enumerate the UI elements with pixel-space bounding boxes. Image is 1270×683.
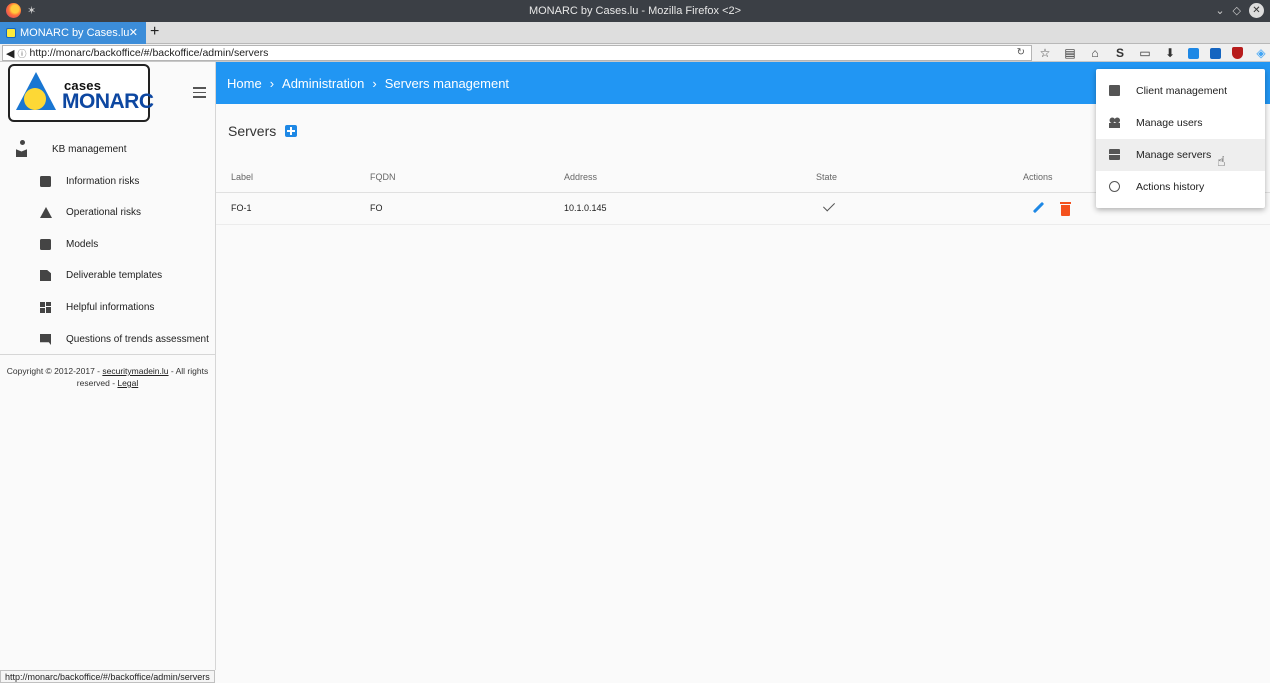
- monarc-logo[interactable]: cases MONARC: [8, 64, 154, 122]
- sidebar-item-label: Questions of trends assessment: [66, 334, 209, 345]
- dashboard-icon: [40, 302, 51, 313]
- window-title: MONARC by Cases.lu - Mozilla Firefox <2>: [528, 5, 742, 17]
- sidebar-item-deliverable-templates[interactable]: Deliverable templates: [0, 261, 215, 291]
- kb-icon: [16, 149, 27, 157]
- sidebar: cases MONARC KB management Information r…: [0, 62, 216, 670]
- column-header-label[interactable]: Label: [216, 162, 370, 193]
- securitymadein-link[interactable]: securitymadein.lu: [102, 366, 168, 376]
- url-text: http://monarc/backoffice/#/backoffice/ad…: [29, 47, 269, 59]
- archive-icon: [40, 239, 51, 250]
- breadcrumb-current: Servers management: [384, 75, 510, 91]
- bookmark-star-icon[interactable]: ☆: [1038, 46, 1052, 60]
- chevron-right-icon: ›: [372, 75, 377, 91]
- browser-tab[interactable]: MONARC by Cases.lu ✕: [0, 22, 146, 44]
- chevron-right-icon: ›: [269, 75, 275, 91]
- sidebar-item-label: Operational risks: [66, 207, 142, 218]
- cell-state: [816, 192, 1023, 225]
- sidebar-item-information-risks[interactable]: Information risks: [0, 167, 215, 197]
- sidebar-divider: [0, 354, 215, 355]
- screen-icon[interactable]: ▭: [1138, 46, 1152, 60]
- firefox-logo-icon: [6, 3, 21, 18]
- sidebar-item-questions-trends[interactable]: Questions of trends assessment: [0, 325, 215, 355]
- menu-item-label: Manage servers: [1136, 149, 1212, 161]
- client-icon: [1109, 85, 1120, 96]
- menu-item-label: Manage users: [1136, 117, 1203, 129]
- back-icon[interactable]: ◀: [6, 47, 14, 60]
- kb-head-icon: [20, 140, 25, 145]
- new-tab-icon[interactable]: +: [150, 23, 159, 41]
- document-icon: [40, 270, 51, 281]
- sidebar-item-models[interactable]: Models: [0, 230, 215, 260]
- copyright-text: Copyright © 2012-2017 - securitymadein.l…: [0, 365, 215, 389]
- sidebar-item-operational-risks[interactable]: Operational risks: [0, 198, 215, 228]
- logo-sun-icon: [24, 88, 46, 110]
- breadcrumb-administration[interactable]: Administration: [282, 76, 364, 91]
- menu-item-label: Client management: [1136, 85, 1228, 97]
- tab-title: MONARC by Cases.lu: [20, 27, 130, 39]
- sidebar-item-helpful-informations[interactable]: Helpful informations: [0, 293, 215, 323]
- close-window-icon[interactable]: ✕: [1249, 3, 1264, 18]
- home-icon[interactable]: ⌂: [1088, 46, 1102, 60]
- menu-item-label: Actions history: [1136, 181, 1205, 193]
- pin-icon[interactable]: ✶: [27, 4, 36, 17]
- warning-icon: [40, 207, 52, 218]
- logo-monarc-text: MONARC: [62, 90, 154, 113]
- site-info-icon[interactable]: ⓘ: [17, 47, 26, 60]
- search-doc-icon: [40, 176, 51, 187]
- sync-icon[interactable]: S: [1113, 46, 1127, 60]
- menu-item-actions-history[interactable]: Actions history: [1096, 171, 1265, 203]
- maximize-icon[interactable]: ◇: [1233, 4, 1241, 17]
- window-titlebar: ✶ MONARC by Cases.lu - Mozilla Firefox <…: [0, 0, 1270, 22]
- users-icon: [1109, 117, 1120, 128]
- reading-list-icon[interactable]: ▤: [1063, 46, 1077, 60]
- edit-pencil-icon[interactable]: [1032, 201, 1045, 213]
- extension-blue-icon[interactable]: [1210, 47, 1221, 59]
- sidebar-item-label: Models: [66, 239, 99, 250]
- favicon-icon: [6, 28, 16, 38]
- breadcrumb-home[interactable]: Home: [227, 76, 262, 91]
- close-tab-icon[interactable]: ✕: [129, 26, 138, 39]
- sidebar-item-label: Information risks: [66, 176, 140, 187]
- checkmark-icon: [822, 199, 836, 212]
- delete-trash-icon[interactable]: [1059, 201, 1071, 216]
- hamburger-menu-icon[interactable]: [193, 87, 206, 101]
- sidebar-item-kb-management[interactable]: KB management: [0, 135, 215, 165]
- extension-diamond-icon[interactable]: ◈: [1254, 46, 1268, 60]
- cell-address: 10.1.0.145: [564, 192, 816, 225]
- servers-icon: [1109, 149, 1120, 160]
- cell-label: FO-1: [216, 192, 370, 225]
- minimize-icon[interactable]: ⌄: [1215, 4, 1224, 17]
- extension-s-icon[interactable]: [1188, 47, 1199, 59]
- history-icon: [1109, 181, 1120, 192]
- hand-cursor-icon: ☝: [1217, 153, 1226, 169]
- ublock-icon[interactable]: [1232, 47, 1243, 59]
- status-bar-url: http://monarc/backoffice/#/backoffice/ad…: [0, 670, 215, 683]
- url-bar[interactable]: ◀ ⓘ http://monarc/backoffice/#/backoffic…: [2, 45, 1032, 61]
- page-title: Servers: [228, 123, 298, 139]
- reload-icon[interactable]: ↻: [1017, 47, 1025, 58]
- column-header-state[interactable]: State: [816, 162, 1023, 193]
- sidebar-item-label: Helpful informations: [66, 302, 155, 313]
- tab-bar: MONARC by Cases.lu ✕ +: [0, 22, 1270, 44]
- legal-link[interactable]: Legal: [117, 378, 138, 388]
- servers-title: Servers: [228, 123, 277, 139]
- download-icon[interactable]: ⬇: [1163, 46, 1177, 60]
- cell-fqdn: FO: [370, 192, 564, 225]
- sidebar-item-label: KB management: [52, 144, 127, 155]
- menu-item-manage-users[interactable]: Manage users: [1096, 107, 1265, 139]
- menu-item-manage-servers[interactable]: Manage servers: [1096, 139, 1265, 171]
- admin-dropdown-menu: Client management Manage users Manage se…: [1096, 69, 1265, 208]
- menu-item-client-management[interactable]: Client management: [1096, 75, 1265, 107]
- comment-icon: [40, 334, 51, 345]
- toolbar-icons: ☆ ▤ ⌂ S ▭ ⬇ ◈ ≡: [1038, 44, 1270, 62]
- copyright-prefix: Copyright © 2012-2017 -: [6, 366, 103, 376]
- column-header-address[interactable]: Address: [564, 162, 816, 193]
- sidebar-item-label: Deliverable templates: [66, 270, 163, 281]
- navigation-bar: ◀ ⓘ http://monarc/backoffice/#/backoffic…: [0, 44, 1270, 62]
- column-header-fqdn[interactable]: FQDN: [370, 162, 564, 193]
- add-server-button[interactable]: [285, 125, 298, 137]
